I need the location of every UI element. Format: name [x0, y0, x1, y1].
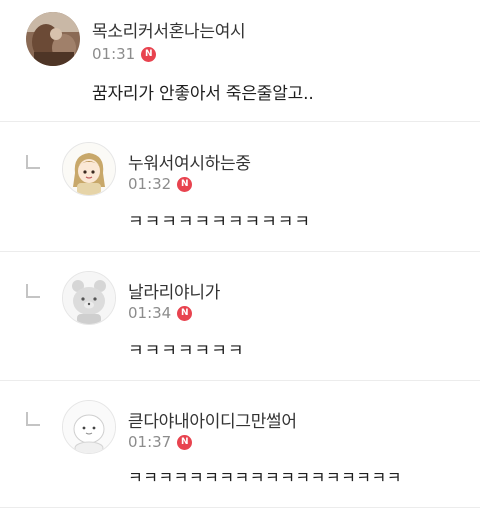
- divider: [0, 380, 480, 381]
- comment-meta: 01:31 N: [92, 45, 157, 63]
- reply-arrow-icon: [26, 284, 40, 298]
- comment-text: 꿈자리가 안좋아서 죽은줄알고..: [92, 84, 314, 104]
- new-badge: N: [141, 46, 157, 62]
- divider: [0, 251, 480, 252]
- comment-time: 01:31: [92, 45, 136, 63]
- divider: [0, 507, 480, 508]
- bear-avatar-icon[interactable]: [62, 271, 116, 325]
- comment-nickname[interactable]: 날라리야니가: [128, 278, 220, 303]
- comment-meta: 01:34 N: [128, 304, 193, 322]
- blob-avatar-icon[interactable]: [62, 400, 116, 454]
- reply-arrow-icon: [26, 155, 40, 169]
- comment-meta: 01:32 N: [128, 175, 193, 193]
- comment-text: ㅋㅋㅋㅋㅋㅋㅋ: [128, 341, 245, 361]
- comment-text: ㅋㅋㅋㅋㅋㅋㅋㅋㅋㅋㅋㅋㅋㅋㅋㅋㅋㅋ: [128, 468, 402, 487]
- new-badge: N: [177, 176, 193, 192]
- reply-arrow-icon: [26, 412, 40, 426]
- new-badge: N: [177, 305, 193, 321]
- comment-nickname[interactable]: 큳다야내아이디그만썰어: [128, 407, 297, 432]
- divider: [0, 121, 480, 122]
- comment-meta: 01:37 N: [128, 433, 193, 451]
- comment-nickname[interactable]: 목소리커서혼나는여시: [92, 17, 246, 42]
- photo-avatar-icon[interactable]: [26, 12, 80, 66]
- girl-avatar-icon[interactable]: [62, 142, 116, 196]
- comment-time: 01:32: [128, 175, 172, 193]
- comment-nickname[interactable]: 누워서여시하는중: [128, 149, 251, 174]
- comment-time: 01:37: [128, 433, 172, 451]
- comment-time: 01:34: [128, 304, 172, 322]
- comment-text: ㅋㅋㅋㅋㅋㅋㅋㅋㅋㅋㅋ: [128, 212, 312, 232]
- new-badge: N: [177, 434, 193, 450]
